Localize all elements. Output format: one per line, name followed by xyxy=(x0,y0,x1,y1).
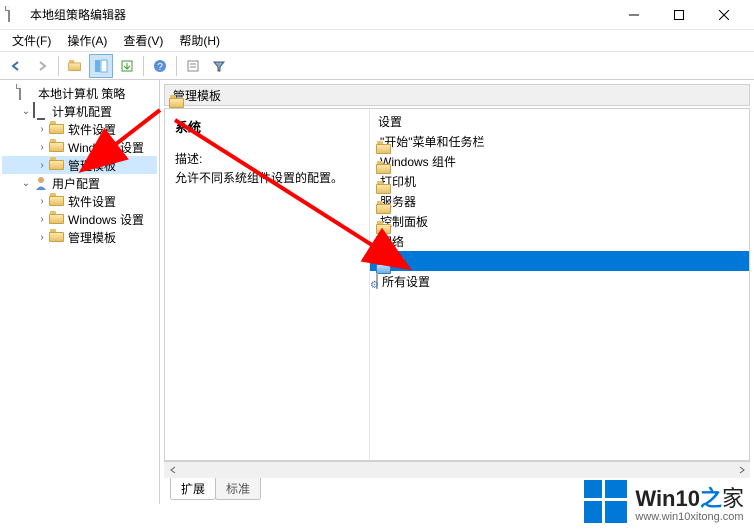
collapse-icon[interactable]: › xyxy=(36,232,48,243)
menu-file[interactable]: 文件(F) xyxy=(4,30,59,51)
policy-icon xyxy=(19,85,35,101)
list-item[interactable]: "开始"菜单和任务栏 xyxy=(370,131,749,151)
folder-icon xyxy=(49,121,65,137)
scroll-left-button[interactable] xyxy=(164,462,181,478)
menu-help[interactable]: 帮助(H) xyxy=(171,30,228,51)
brand-url: www.win10xitong.com xyxy=(635,511,744,523)
list-item[interactable]: Windows 组件 xyxy=(370,151,749,171)
collapse-icon[interactable]: › xyxy=(36,196,48,207)
detail-split: 系统 描述: 允许不同系统组件设置的配置。 设置 "开始"菜单和任务栏 Windo… xyxy=(164,108,750,461)
content-pane: 管理模板 系统 描述: 允许不同系统组件设置的配置。 设置 "开始"菜单和任务栏… xyxy=(160,80,754,504)
brand-suffix: 家 xyxy=(722,486,744,511)
toolbar-separator xyxy=(143,56,144,76)
settings-icon xyxy=(376,274,378,288)
detail-heading: 系统 xyxy=(175,117,359,136)
watermark-text: Win10之家 www.win10xitong.com xyxy=(635,481,744,523)
scroll-right-button[interactable] xyxy=(733,462,750,478)
list-item[interactable]: 打印机 xyxy=(370,171,749,191)
list-item[interactable]: 网络 xyxy=(370,231,749,251)
path-bar[interactable]: 管理模板 xyxy=(164,84,750,106)
menubar: 文件(F) 操作(A) 查看(V) 帮助(H) xyxy=(0,30,754,52)
list-item[interactable]: 所有设置 xyxy=(370,271,749,291)
toolbar-separator xyxy=(58,56,59,76)
tree-uc-windows[interactable]: › Windows 设置 xyxy=(2,210,157,228)
column-header[interactable]: 设置 xyxy=(370,109,749,129)
settings-list[interactable]: "开始"菜单和任务栏 Windows 组件打印机服务器控制面板网络系统所有设置 xyxy=(370,129,749,293)
tree-label: 软件设置 xyxy=(68,121,116,138)
tree-cc-admin[interactable]: › 管理模板 xyxy=(2,156,157,174)
folder-icon xyxy=(49,139,65,155)
list-item[interactable]: 系统 xyxy=(370,251,749,271)
forward-button[interactable] xyxy=(30,54,54,78)
expand-icon[interactable]: ⌄ xyxy=(20,106,32,117)
export-button[interactable] xyxy=(115,54,139,78)
expand-icon[interactable]: ⌄ xyxy=(20,178,32,189)
tree-label: 管理模板 xyxy=(68,229,116,246)
tree-label: Windows 设置 xyxy=(68,211,144,228)
tree-label: 软件设置 xyxy=(68,193,116,210)
help-button[interactable]: ? xyxy=(148,54,172,78)
tree-cc-software[interactable]: › 软件设置 xyxy=(2,120,157,138)
tree-root[interactable]: 本地计算机 策略 xyxy=(2,84,157,102)
back-button[interactable] xyxy=(4,54,28,78)
toolbar-separator xyxy=(176,56,177,76)
up-button[interactable] xyxy=(63,54,87,78)
folder-icon xyxy=(49,211,65,227)
description-pane: 系统 描述: 允许不同系统组件设置的配置。 xyxy=(165,109,370,460)
collapse-icon[interactable]: › xyxy=(36,124,48,135)
list-item-label: Windows 组件 xyxy=(380,153,456,170)
brand-main: Win10 xyxy=(635,486,700,511)
titlebar: 本地组策略编辑器 xyxy=(0,0,754,30)
tree-label: 计算机配置 xyxy=(52,103,112,120)
collapse-icon[interactable]: › xyxy=(36,214,48,225)
watermark: Win10之家 www.win10xitong.com xyxy=(584,480,744,523)
maximize-button[interactable] xyxy=(656,0,701,30)
computer-icon xyxy=(33,103,49,119)
close-button[interactable] xyxy=(701,0,746,30)
tree-user-config[interactable]: ⌄ 用户配置 xyxy=(2,174,157,192)
collapse-icon[interactable]: › xyxy=(36,142,48,153)
list-pane: 设置 "开始"菜单和任务栏 Windows 组件打印机服务器控制面板网络系统所有设… xyxy=(370,109,749,460)
filter-button[interactable] xyxy=(207,54,231,78)
windows-logo-icon xyxy=(584,480,627,523)
show-tree-button[interactable] xyxy=(89,54,113,78)
tree-label: 管理模板 xyxy=(68,157,116,174)
tree-label: Windows 设置 xyxy=(68,139,144,156)
tree-computer-config[interactable]: ⌄ 计算机配置 xyxy=(2,102,157,120)
list-item[interactable]: 控制面板 xyxy=(370,211,749,231)
desc-text: 允许不同系统组件设置的配置。 xyxy=(175,169,359,186)
tree-label: 本地计算机 策略 xyxy=(38,85,125,102)
list-item-label: "开始"菜单和任务栏 xyxy=(380,133,485,150)
tab-standard[interactable]: 标准 xyxy=(215,478,261,500)
collapse-icon[interactable]: › xyxy=(36,160,48,171)
app-icon xyxy=(8,7,24,23)
tab-extended[interactable]: 扩展 xyxy=(170,478,216,500)
main-area: 本地计算机 策略 ⌄ 计算机配置 › 软件设置 › Windows 设置 › 管… xyxy=(0,80,754,504)
list-item-label: 所有设置 xyxy=(382,273,430,290)
horizontal-scrollbar[interactable] xyxy=(164,461,750,478)
menu-view[interactable]: 查看(V) xyxy=(115,30,171,51)
desc-label: 描述: xyxy=(175,150,359,167)
tree-uc-admin[interactable]: › 管理模板 xyxy=(2,228,157,246)
tree-label: 用户配置 xyxy=(52,175,100,192)
svg-text:?: ? xyxy=(157,62,163,73)
folder-icon xyxy=(49,157,65,173)
brand-zhi: 之 xyxy=(700,486,722,511)
menu-action[interactable]: 操作(A) xyxy=(59,30,115,51)
folder-icon xyxy=(49,193,65,209)
folder-icon xyxy=(49,229,65,245)
window-title: 本地组策略编辑器 xyxy=(30,6,611,23)
toolbar: ? xyxy=(0,52,754,80)
window-controls xyxy=(611,0,746,30)
tree-cc-windows[interactable]: › Windows 设置 xyxy=(2,138,157,156)
minimize-button[interactable] xyxy=(611,0,656,30)
list-item[interactable]: 服务器 xyxy=(370,191,749,211)
tree-uc-software[interactable]: › 软件设置 xyxy=(2,192,157,210)
properties-button[interactable] xyxy=(181,54,205,78)
user-icon xyxy=(33,175,49,191)
tree-pane[interactable]: 本地计算机 策略 ⌄ 计算机配置 › 软件设置 › Windows 设置 › 管… xyxy=(0,80,160,504)
